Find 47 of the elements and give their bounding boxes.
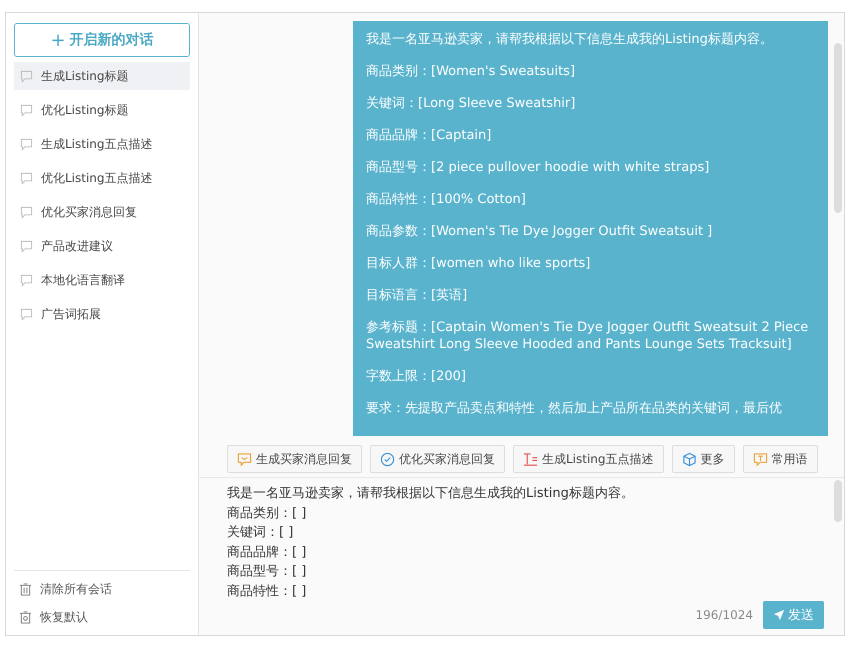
message-text: 字数上限：[200] xyxy=(366,368,467,385)
sidebar-item[interactable]: 优化Listing标题 xyxy=(14,96,190,124)
chat-bubble-icon xyxy=(20,240,33,252)
sidebar-item[interactable]: 优化买家消息回复 xyxy=(14,198,190,226)
text-bubble-icon xyxy=(752,452,768,466)
message-text: 商品型号：[2 piece pullover hoodie with white straps] xyxy=(366,159,710,176)
text-list-icon xyxy=(523,452,538,466)
trash-reset-icon xyxy=(19,610,32,624)
cube-icon xyxy=(682,452,697,466)
sidebar-item[interactable]: 产品改进建议 xyxy=(14,232,190,260)
clear-all-button[interactable]: 清除所有会话 xyxy=(14,579,190,599)
message-text: 商品品牌：[Captain] xyxy=(366,127,492,144)
chat-bubble-icon xyxy=(20,138,33,150)
message-text: 商品类别：[Women's Sweatsuits] xyxy=(366,63,576,80)
toolbar-button[interactable]: 生成买家消息回复 xyxy=(227,445,362,473)
chat-bubble-icon xyxy=(237,452,252,466)
toolbar-button[interactable]: 常用语 xyxy=(742,445,818,473)
toolbar-button[interactable]: 优化买家消息回复 xyxy=(370,445,505,473)
message-text: 关键词：[Long Sleeve Sweatshir] xyxy=(366,95,576,112)
sidebar-item[interactable]: 本地化语言翻译 xyxy=(14,266,190,294)
message-text: 我是一名亚马逊卖家，请帮我根据以下信息生成我的Listing标题内容。 xyxy=(366,31,774,48)
message-text: 商品参数：[Women's Tie Dye Jogger Outfit Sweatsuit ] xyxy=(366,223,714,240)
chat-bubble-icon xyxy=(20,274,33,286)
chat-bubble-icon xyxy=(20,104,33,116)
chat-bubble-icon xyxy=(20,206,33,218)
character-counter: 196/1024 xyxy=(696,608,753,622)
check-circle-icon xyxy=(380,452,395,466)
sidebar-item[interactable]: 广告词拓展 xyxy=(14,300,190,328)
toolbar-button[interactable]: 更多 xyxy=(672,445,735,473)
scrollbar[interactable] xyxy=(834,480,842,522)
restore-default-button[interactable]: 恢复默认 xyxy=(14,607,190,627)
sidebar-item[interactable]: 生成Listing标题 xyxy=(14,62,190,90)
message-text: 目标语言：[英语] xyxy=(366,287,468,304)
message-text: 目标人群：[women who like sports] xyxy=(366,255,592,272)
chat-bubble-icon xyxy=(20,172,33,184)
send-icon xyxy=(773,609,785,621)
trash-icon xyxy=(19,582,32,596)
message-input-field[interactable]: 我是一名亚马逊卖家，请帮我根据以下信息生成我的Listing标题内容。 商品类别：[ ] 关键词：[ ] 商品品牌：[ ] 商品型号：[ ] 商品特性：[ ] xyxy=(227,484,824,601)
sidebar-item[interactable]: 优化Listing五点描述 xyxy=(14,164,190,192)
chat-bubble-icon xyxy=(20,70,33,82)
message-text: 商品特性：[100% Cotton] xyxy=(366,191,527,208)
message-text: 要求：先提取产品卖点和特性，然后加上产品所在品类的关键词，最后优 xyxy=(366,400,783,417)
toolbar-button[interactable]: 生成Listing五点描述 xyxy=(513,445,664,473)
message-text: 参考标题：[Captain Women's Tie Dye Jogger Outfit Sweatsuit 2 Piece Sweatshirt Long Sleeve Hooded and Pants Lounge Sets Tracksuit] xyxy=(366,319,810,353)
scrollbar[interactable] xyxy=(834,43,842,213)
chat-bubble-icon xyxy=(20,308,33,320)
sidebar-item[interactable]: 生成Listing五点描述 xyxy=(14,130,190,158)
